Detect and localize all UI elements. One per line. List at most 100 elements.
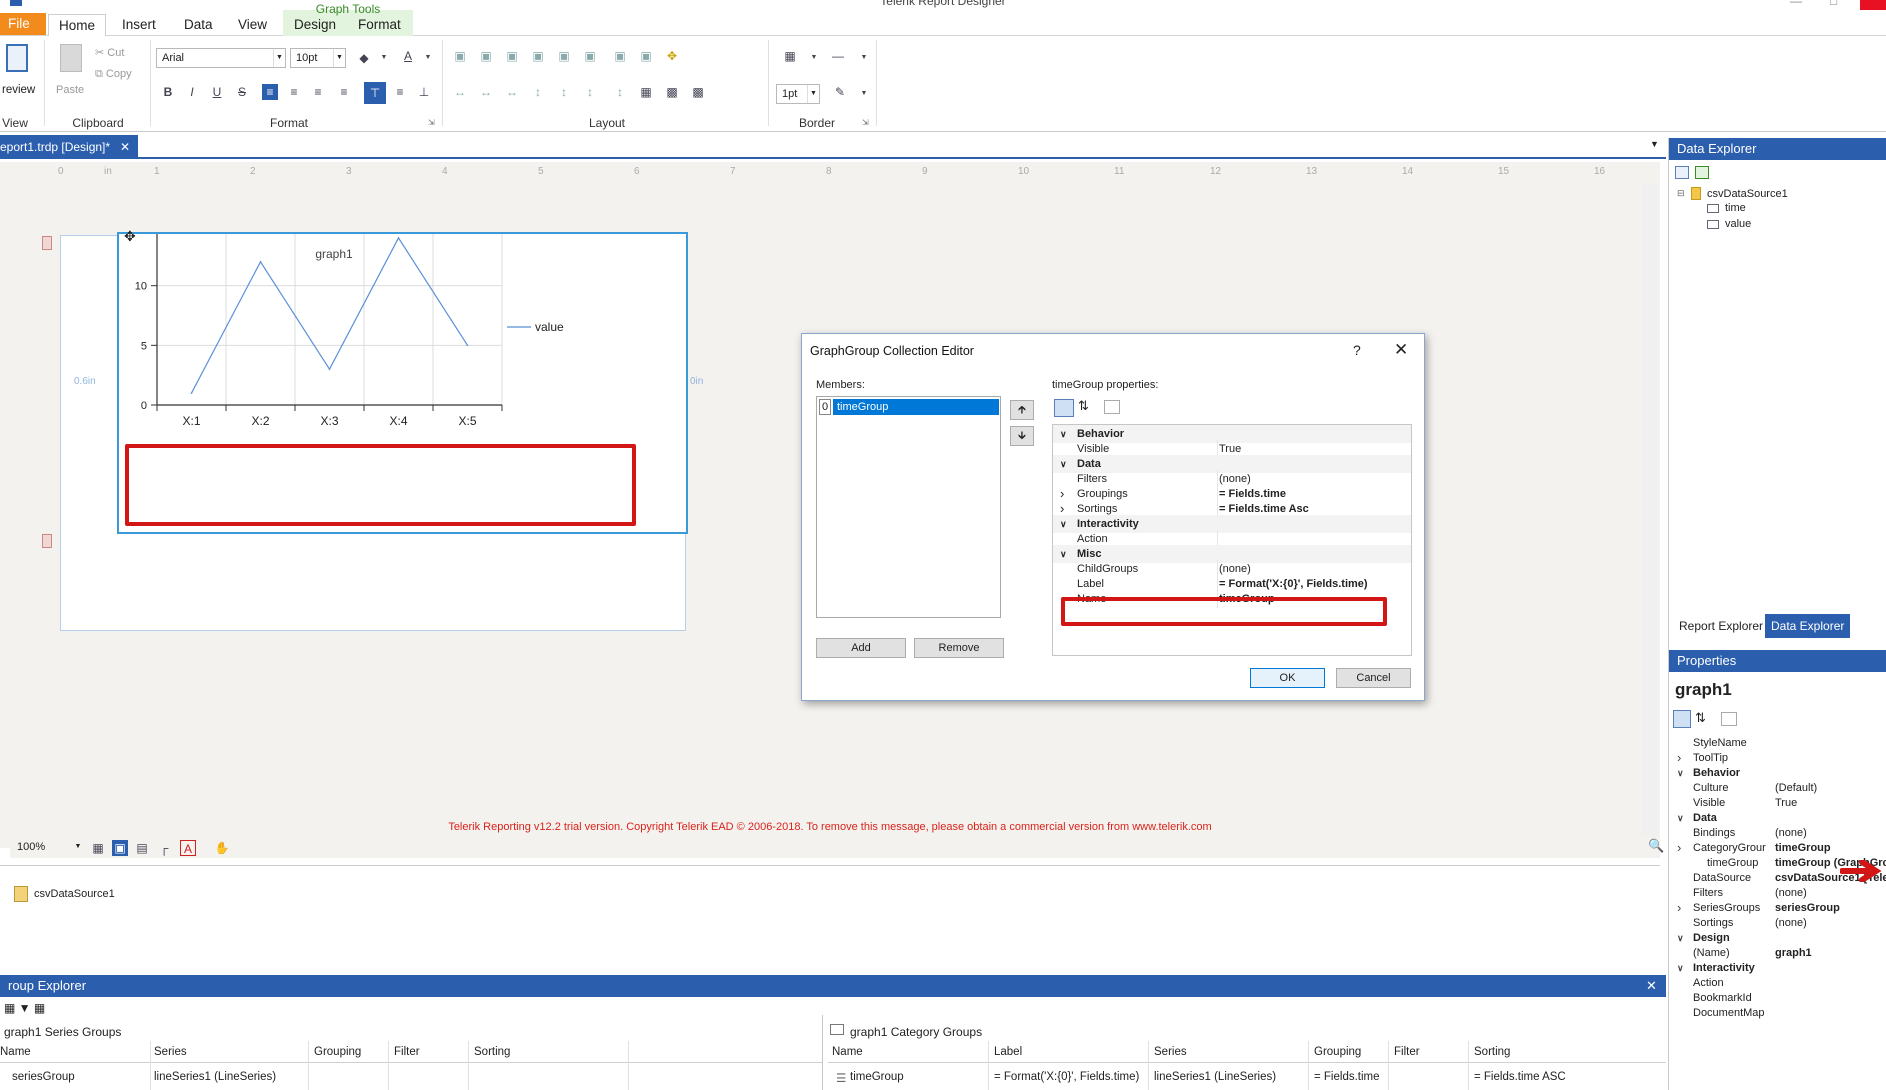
chevron-down-icon[interactable]: ▼	[420, 50, 436, 66]
section-marker-icon[interactable]	[42, 534, 52, 548]
ok-button[interactable]: OK	[1250, 668, 1325, 688]
list-item[interactable]: 0 timeGroup	[819, 399, 999, 415]
tab-report-explorer[interactable]: Report Explorer	[1673, 614, 1769, 638]
grid-icon[interactable]: ▦	[90, 840, 106, 856]
dimensions-icon[interactable]: ┌	[156, 840, 172, 856]
column-header[interactable]: Series	[154, 1041, 187, 1063]
remove-button[interactable]: Remove	[914, 638, 1004, 658]
tab-format[interactable]: Format	[348, 14, 411, 36]
spacing-icon[interactable]: ↔	[452, 84, 468, 100]
size-to-grid-icon[interactable]: ▦	[638, 84, 654, 100]
group-toolbar-icons[interactable]: ▦ ▼ ▦	[4, 1001, 45, 1015]
align-left-icon[interactable]: ≡	[262, 84, 278, 100]
table-row[interactable]: ☰ timeGroup = Format('X:{0}', Fields.tim…	[828, 1069, 1666, 1087]
align-tops-icon[interactable]: ▣	[530, 48, 546, 64]
collapse-icon[interactable]: ⊟	[1677, 188, 1685, 199]
document-tab[interactable]: eport1.trdp [Design]* ✕	[0, 135, 138, 159]
spacing-icon[interactable]: ↕	[582, 84, 598, 100]
dialog-launcher-icon[interactable]: ⇲	[428, 118, 435, 127]
tab-home[interactable]: Home	[48, 14, 107, 37]
close-icon[interactable]: ✕	[120, 135, 130, 159]
spacing-icon[interactable]: ↕	[530, 84, 546, 100]
make-same-width-icon[interactable]: ▣	[612, 48, 628, 64]
page-icon[interactable]: ▤	[134, 840, 150, 856]
fill-color-icon[interactable]: ◆	[356, 50, 372, 66]
property-grid[interactable]: StyleName › ToolTip ∨ Behavior Culture (Defaul…	[1669, 734, 1886, 1090]
spacing-icon[interactable]: ↕	[556, 84, 572, 100]
add-datasource-icon[interactable]	[1675, 166, 1689, 179]
quick-access-save-icon[interactable]	[10, 0, 22, 6]
border-width-select[interactable]: 1pt ▼	[776, 84, 820, 104]
vertical-scrollbar[interactable]	[1642, 185, 1658, 835]
font-family-select[interactable]: Arial ▼	[156, 48, 286, 68]
add-button[interactable]: Add	[816, 638, 906, 658]
align-lefts-icon[interactable]: ▣	[452, 48, 468, 64]
column-header[interactable]: Series	[1154, 1041, 1187, 1063]
tree-item-field-time[interactable]: time	[1725, 202, 1746, 214]
spacing-icon[interactable]: ↕	[612, 84, 628, 100]
categorized-icon[interactable]	[1054, 399, 1074, 417]
underline-icon[interactable]: U	[209, 84, 225, 100]
move-up-button[interactable]: 🡱	[1010, 400, 1034, 420]
column-header[interactable]: Grouping	[1314, 1041, 1361, 1063]
tab-file[interactable]: File	[0, 13, 46, 35]
move-down-button[interactable]: 🡳	[1010, 426, 1034, 446]
tab-data[interactable]: Data	[174, 14, 223, 36]
column-header[interactable]: Sorting	[474, 1041, 510, 1063]
paste-button[interactable]: Paste	[54, 42, 90, 98]
align-top-icon[interactable]: ⊤	[364, 82, 386, 104]
column-header[interactable]: Grouping	[314, 1041, 361, 1063]
table-row[interactable]: seriesGroup lineSeries1 (LineSeries)	[0, 1069, 822, 1087]
text-icon[interactable]: A	[180, 840, 196, 856]
cancel-button[interactable]: Cancel	[1336, 668, 1411, 688]
align-middles-icon[interactable]: ▣	[556, 48, 572, 64]
section-marker-icon[interactable]	[42, 236, 52, 250]
zoom-magnifier-icon[interactable]: 🔍	[1648, 838, 1664, 854]
categorized-icon[interactable]	[1673, 710, 1691, 728]
chevron-down-icon[interactable]: ▼	[856, 86, 872, 102]
align-centers-icon[interactable]: ▣	[478, 48, 494, 64]
column-header[interactable]: Filter	[394, 1041, 420, 1063]
move-handle-icon[interactable]: ✥	[124, 228, 136, 245]
italic-icon[interactable]: I	[184, 84, 200, 100]
spacing-icon[interactable]: ↔	[478, 84, 494, 100]
border-color-icon[interactable]: ✎	[832, 84, 848, 100]
close-window-button[interactable]	[1860, 0, 1886, 10]
copy-button[interactable]: ⧉ Copy	[95, 68, 132, 81]
property-pages-icon[interactable]	[1104, 400, 1120, 414]
column-header[interactable]: Sorting	[1474, 1041, 1510, 1063]
align-middle-icon[interactable]: ≡	[392, 84, 408, 100]
tab-view[interactable]: View	[228, 14, 277, 36]
tab-design[interactable]: Design	[284, 14, 346, 36]
make-same-height-icon[interactable]: ▣	[638, 48, 654, 64]
zoom-select[interactable]: 100% ▼	[12, 838, 84, 858]
minimize-icon[interactable]: —	[1790, 0, 1802, 8]
align-center-icon[interactable]: ≡	[286, 84, 302, 100]
close-icon[interactable]: ✕	[1394, 340, 1408, 360]
font-color-icon[interactable]: A	[400, 48, 416, 64]
maximize-icon[interactable]: □	[1830, 0, 1837, 8]
bold-icon[interactable]: B	[160, 84, 176, 100]
send-to-back-icon[interactable]: ▩	[690, 84, 706, 100]
column-header[interactable]: Label	[994, 1041, 1022, 1063]
column-header[interactable]: Name	[832, 1041, 863, 1063]
tray-item-csvdatasource[interactable]: csvDataSource1	[34, 888, 115, 900]
align-bottoms-icon[interactable]: ▣	[582, 48, 598, 64]
align-right-icon[interactable]: ≡	[310, 84, 326, 100]
property-row[interactable]: DocumentMap	[1669, 1004, 1886, 1022]
sort-alphabetical-icon[interactable]: ⇅	[1695, 710, 1706, 726]
align-rights-icon[interactable]: ▣	[504, 48, 520, 64]
snap-to-grid-icon[interactable]: ✥	[664, 48, 680, 64]
column-header[interactable]: Name	[0, 1041, 31, 1063]
cut-button[interactable]: ✂ Cut	[95, 46, 124, 59]
tab-insert[interactable]: Insert	[112, 14, 166, 36]
members-list[interactable]: 0 timeGroup	[816, 396, 1001, 618]
font-size-select[interactable]: 10pt ▼	[290, 48, 346, 68]
border-style-icon[interactable]: —	[830, 48, 846, 64]
align-bottom-icon[interactable]: ⊥	[416, 84, 432, 100]
column-header[interactable]: Filter	[1394, 1041, 1420, 1063]
chevron-down-icon[interactable]: ▼	[376, 50, 392, 66]
pan-hand-icon[interactable]: ✋	[214, 840, 230, 856]
borders-icon[interactable]: ▦	[782, 48, 798, 64]
justify-icon[interactable]: ≡	[336, 84, 352, 100]
